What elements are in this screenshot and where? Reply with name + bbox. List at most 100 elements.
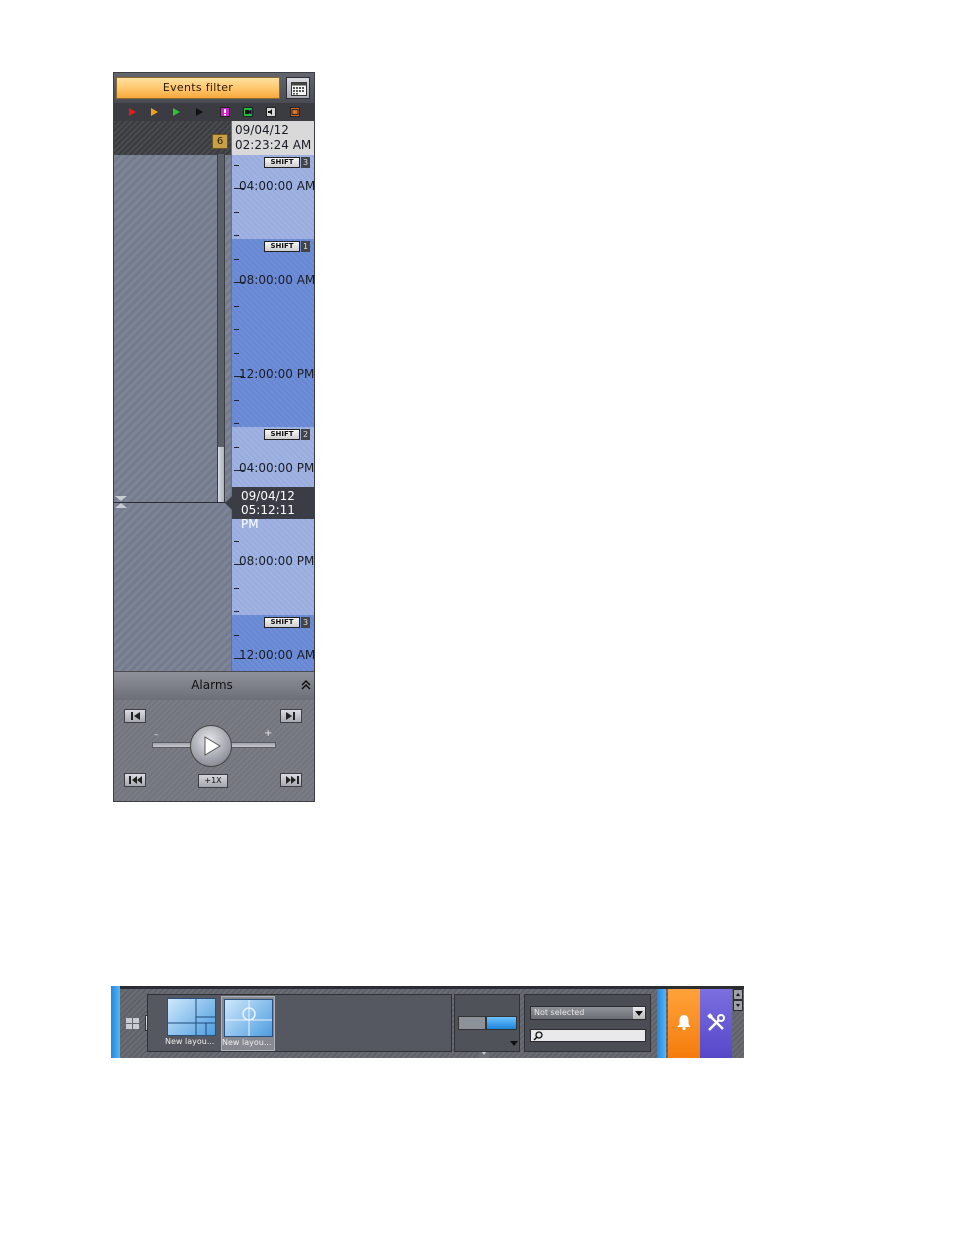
shift-label: SHIFT 1 (264, 241, 310, 252)
layout-name: New layou... (165, 1037, 215, 1046)
minor-tick (234, 423, 239, 424)
shift-segment (232, 239, 314, 427)
cursor-handle-icon[interactable] (115, 496, 127, 508)
time-label: 12:00:00 AM (239, 648, 315, 662)
layouts-list: New layou... New layou... (147, 994, 489, 1058)
events-filter-button[interactable]: Events filter (116, 77, 280, 99)
minor-tick (234, 611, 239, 612)
calendar-icon (291, 82, 307, 96)
minor-tick (234, 353, 239, 354)
minor-tick (234, 447, 239, 448)
minor-tick (234, 635, 239, 636)
view-mode-option[interactable] (458, 1016, 486, 1030)
toolbar-separator (657, 989, 666, 1058)
system-event-icon[interactable] (290, 107, 300, 117)
shift-label-text: SHIFT (264, 617, 300, 628)
tools-icon (707, 1013, 725, 1031)
event-count-badge: 6 (212, 134, 228, 149)
alarms-button[interactable] (668, 989, 700, 1058)
shift-number: 3 (301, 157, 310, 168)
view-mode-selector (454, 994, 520, 1052)
shift-label-text: SHIFT (264, 241, 300, 252)
search-icon (533, 1031, 543, 1041)
time-label: 04:00:00 PM (239, 461, 315, 475)
grid-icon[interactable] (126, 1018, 140, 1030)
toolbar-scroll-buttons[interactable] (733, 989, 743, 1011)
camera-search-panel: Not selected (524, 994, 651, 1052)
shift-number: 2 (301, 429, 310, 440)
chevron-down-icon[interactable] (510, 1041, 518, 1047)
rewind-icon (129, 776, 142, 784)
time-label: 08:00:00 PM (239, 554, 315, 568)
playback-controls: – + +1X (114, 700, 314, 801)
minor-tick (234, 212, 239, 213)
fast-forward-button[interactable] (280, 773, 302, 787)
time-label: 12:00:00 PM (239, 367, 315, 381)
toolbar-edge (111, 986, 120, 1058)
audio-event-icon[interactable] (266, 107, 276, 117)
minor-tick (234, 235, 239, 236)
shift-label: SHIFT 3 (264, 157, 310, 168)
layout-name: New layou... (222, 1038, 272, 1047)
time-label: 04:00:00 AM (239, 179, 315, 193)
cursor-time: 05:12:11 PM (241, 503, 295, 531)
alarm-event-icon[interactable] (220, 107, 230, 117)
layout-grid-icon (168, 999, 215, 1035)
camera-event-icon[interactable] (243, 107, 253, 117)
orange-event-icon[interactable] (149, 107, 159, 117)
settings-button[interactable] (700, 989, 732, 1058)
green-event-icon[interactable] (171, 107, 181, 117)
play-button[interactable] (190, 725, 232, 767)
alarms-label: Alarms (191, 678, 233, 692)
minor-tick (234, 165, 239, 166)
event-scrollbar-thumb[interactable] (218, 447, 224, 503)
view-mode-option-active[interactable] (486, 1016, 517, 1030)
minor-tick (234, 329, 239, 330)
chevron-up-icon[interactable] (301, 678, 311, 692)
time-label: 08:00:00 AM (239, 273, 315, 287)
black-event-icon[interactable] (194, 107, 204, 117)
rewind-button[interactable] (124, 773, 146, 787)
range-start-date: 09/04/12 (235, 123, 289, 137)
event-track-area[interactable] (114, 121, 231, 673)
range-start-time: 02:23:24 AM (235, 138, 312, 152)
shift-number: 1 (301, 241, 310, 252)
shift-number: 3 (301, 617, 310, 628)
layout-thumbnail-selected[interactable]: New layou... (221, 996, 275, 1051)
search-input[interactable] (530, 1029, 646, 1042)
minor-tick (234, 306, 239, 307)
step-back-button[interactable] (124, 709, 146, 723)
faster-label: + (264, 728, 273, 739)
shift-label: SHIFT 3 (264, 617, 310, 628)
timeline-panel: Events filter 6 09/04/12 02:23:24 AM 04:… (113, 72, 315, 802)
bell-icon (677, 1015, 691, 1031)
minor-tick (234, 400, 239, 401)
shift-label-text: SHIFT (264, 157, 300, 168)
calendar-button[interactable] (286, 77, 310, 99)
layout-thumbnail[interactable]: New layou... (165, 996, 219, 1051)
shift-label: SHIFT 2 (264, 429, 310, 440)
range-start-box: 09/04/12 02:23:24 AM (232, 121, 314, 155)
chevron-down-icon[interactable] (633, 1007, 645, 1019)
alarms-bar[interactable]: Alarms (114, 671, 314, 700)
minor-tick (234, 588, 239, 589)
speed-value[interactable]: +1X (198, 774, 228, 788)
event-type-toggles (114, 103, 314, 121)
toolbar-top-strip (120, 986, 744, 989)
slower-label: – (154, 730, 159, 740)
play-icon (204, 736, 221, 756)
time-cursor-label: 09/04/12 05:12:11 PM (225, 487, 314, 531)
step-forward-button[interactable] (280, 709, 302, 723)
minor-tick (234, 259, 239, 260)
shift-label-text: SHIFT (264, 429, 300, 440)
filter-bar: Events filter (114, 73, 314, 103)
scroll-arrows-icon (734, 990, 742, 1010)
step-back-icon (131, 712, 140, 720)
camera-select-value: Not selected (534, 1008, 585, 1017)
camera-select[interactable]: Not selected (530, 1006, 646, 1020)
time-scale[interactable]: 09/04/12 02:23:24 AM 04:00:00 AM 08:00:0… (232, 121, 314, 673)
layout-grid-icon (225, 1000, 272, 1036)
cursor-date: 09/04/12 (241, 489, 295, 503)
red-event-icon[interactable] (127, 107, 137, 117)
minor-tick (234, 541, 239, 542)
